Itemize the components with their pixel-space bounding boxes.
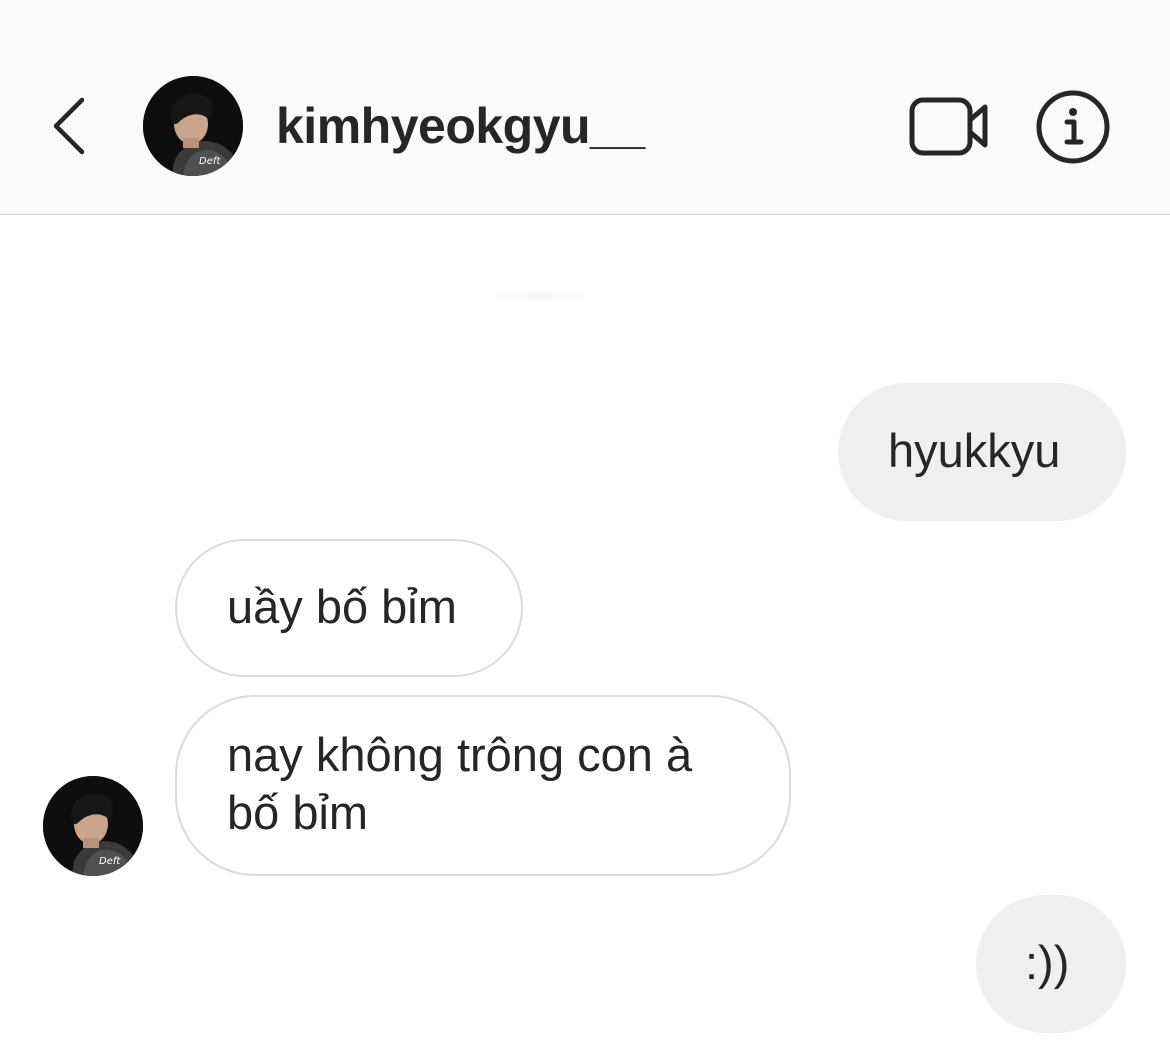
chat-header: Deft kimhyeokgyu__: [0, 0, 1170, 215]
message-bubble-outgoing[interactable]: :)): [976, 895, 1126, 1033]
message-text: uầy bố bỉm: [227, 580, 457, 633]
message-text-line: nay không trông con à: [227, 728, 693, 781]
message-bubble-incoming[interactable]: nay không trông con à bố bỉm: [175, 695, 791, 876]
video-call-button[interactable]: [905, 92, 993, 160]
avatar[interactable]: Deft: [143, 76, 243, 176]
message-text: :)): [1025, 936, 1070, 989]
message-text-line: bố bỉm: [227, 786, 369, 839]
back-button[interactable]: [44, 88, 100, 164]
message-bubble-incoming[interactable]: uầy bố bỉm: [175, 539, 523, 677]
info-button[interactable]: [1034, 88, 1112, 166]
decorative-smudge: [500, 290, 580, 302]
video-camera-icon: [909, 97, 988, 156]
sender-avatar[interactable]: Deft: [43, 776, 143, 876]
info-icon: [1036, 90, 1110, 164]
chat-username[interactable]: kimhyeokgyu__: [276, 96, 645, 156]
chevron-left-icon: [53, 97, 85, 155]
message-bubble-outgoing[interactable]: hyukkyu: [838, 383, 1126, 521]
avatar-caption: Deft: [199, 156, 221, 167]
avatar-caption: Deft: [99, 856, 121, 867]
message-text: hyukkyu: [888, 424, 1061, 477]
